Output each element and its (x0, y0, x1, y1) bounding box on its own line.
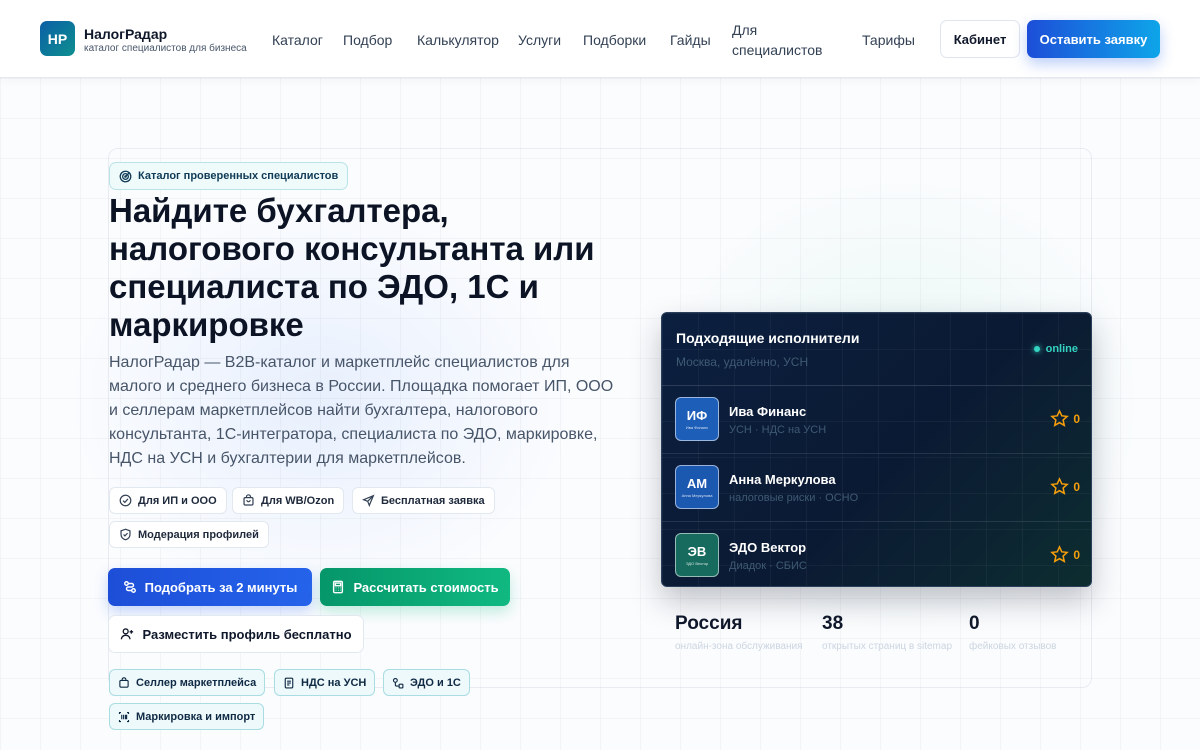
stat-value: 38 (822, 613, 844, 634)
stat-fake-reviews: 0 фейковых отзывов (969, 613, 1109, 657)
feature-label: Модерация профилей (138, 528, 259, 541)
performer-avatar: ЭВ ЭДО Вектор (675, 533, 719, 577)
hero-description: НалогРадар — B2B-каталог и маркетплейс с… (109, 354, 614, 467)
feature-ip-ooo: Для ИП и ООО (109, 487, 227, 514)
tag-vat-usn[interactable]: НДС на УСН (274, 669, 376, 696)
matching-performers-card: Подходящие исполнители Москва, удалённо,… (661, 312, 1092, 587)
route-icon (123, 581, 136, 593)
nav-guides[interactable]: Гайды (670, 32, 711, 48)
card-filters: Москва, удалённо, УСН (676, 355, 809, 369)
logo-badge[interactable]: НР (40, 21, 75, 56)
tag-marketplace-seller[interactable]: Селлер маркетплейса (109, 669, 266, 696)
performer-specialization: УСН · НДС на УСН (729, 424, 827, 436)
performer-rating: 0 (1050, 545, 1080, 564)
tag-label: ЭДО и 1С (410, 676, 461, 689)
hero-badge-label: Каталог проверенных специалистов (138, 170, 339, 182)
avatar-initials: АМ (686, 476, 708, 491)
stat-label: онлайн-зона обслуживания (675, 641, 803, 652)
performer-specialization: Диадок · СБИС (729, 560, 807, 572)
user-plus-icon (121, 628, 134, 640)
hero-badge: Каталог проверенных специалистов (109, 162, 349, 190)
calculate-cost-label: Рассчитать стоимость (353, 579, 499, 595)
feature-label: Для ИП и ООО (138, 494, 217, 507)
star-icon (1050, 545, 1070, 563)
performer-name: Ива Финанс (729, 404, 807, 419)
site-header: НР НалогРадар каталог специалистов для б… (0, 0, 1200, 78)
link-nodes-icon (392, 677, 404, 688)
document-icon (284, 677, 294, 688)
performer-row[interactable]: АМ Анна Меркулова Анна Меркулова налогов… (662, 453, 1091, 521)
post-profile-label: Разместить профиль бесплатно (142, 626, 352, 642)
barcode-icon (118, 711, 130, 722)
cabinet-button[interactable]: Кабинет (940, 20, 1020, 58)
nav-services[interactable]: Услуги (518, 32, 561, 48)
nav-for-specialists[interactable]: Для специалистов (732, 20, 832, 60)
performer-row[interactable]: ЭВ ЭДО Вектор ЭДО Вектор Диадок · СБИС 0 (662, 521, 1091, 586)
avatar-caption: Анна Меркулова (681, 493, 713, 498)
online-status-label: online (1045, 343, 1078, 355)
calculator-icon (333, 580, 344, 594)
post-profile-button[interactable]: Разместить профиль бесплатно (108, 615, 364, 653)
rating-value: 0 (1073, 411, 1080, 426)
brand-tagline: каталог специалистов для бизнеса (84, 43, 247, 54)
match-specialist-button[interactable]: Подобрать за 2 минуты (108, 568, 312, 606)
check-circle-icon (119, 494, 132, 507)
star-icon (1050, 409, 1070, 427)
performer-avatar: АМ Анна Меркулова (675, 465, 719, 509)
performer-specialization: налоговые риски · ОСНО (729, 492, 859, 504)
send-icon (362, 494, 375, 507)
performer-name: Анна Меркулова (729, 472, 836, 487)
performer-name: ЭДО Вектор (729, 540, 807, 555)
nav-collections[interactable]: Подборки (583, 32, 646, 48)
tag-edo-1c[interactable]: ЭДО и 1С (383, 669, 470, 696)
radar-icon (119, 170, 132, 182)
nav-pricing[interactable]: Тарифы (862, 32, 915, 48)
nav-catalog[interactable]: Каталог (272, 32, 323, 48)
performer-avatar: ИФ Ива Финанс (675, 397, 719, 441)
shopping-bag-icon (119, 676, 129, 688)
submit-request-button[interactable]: Оставить заявку (1027, 20, 1160, 58)
nav-selection[interactable]: Подбор (343, 32, 392, 48)
feature-moderation: Модерация профилей (109, 521, 269, 548)
feature-wb-ozon: Для WB/Ozon (232, 487, 345, 514)
tag-label: Маркировка и импорт (136, 710, 256, 723)
stat-service-zone: Россия онлайн-зона обслуживания (675, 613, 815, 657)
performer-rating: 0 (1050, 409, 1080, 428)
brand-name[interactable]: НалогРадар (84, 26, 167, 42)
online-status: online (1033, 343, 1078, 355)
tag-marking-import[interactable]: Маркировка и импорт (109, 703, 265, 730)
performer-rating: 0 (1050, 477, 1080, 496)
tag-label: Селлер маркетплейса (136, 676, 257, 689)
feature-label: Бесплатная заявка (381, 494, 485, 507)
star-icon (1050, 477, 1070, 495)
stat-label: открытых страниц в sitemap (822, 641, 953, 652)
nav-calculator[interactable]: Калькулятор (417, 32, 499, 48)
performer-row[interactable]: ИФ Ива Финанс Ива Финанс УСН · НДС на УС… (662, 385, 1091, 453)
match-specialist-label: Подобрать за 2 минуты (144, 579, 298, 595)
status-dot-icon (1033, 346, 1040, 352)
avatar-caption: ЭДО Вектор (685, 561, 709, 566)
avatar-caption: Ива Финанс (685, 425, 709, 430)
tag-label: НДС на УСН (301, 676, 367, 689)
avatar-initials: ЭВ (687, 544, 707, 559)
stat-value: Россия (675, 613, 743, 634)
stat-sitemap-pages: 38 открытых страниц в sitemap (822, 613, 962, 657)
feature-label: Для WB/Ozon (261, 494, 335, 507)
rating-value: 0 (1073, 547, 1080, 562)
shield-check-icon (120, 528, 131, 541)
shopping-bag-icon (243, 494, 254, 506)
card-title: Подходящие исполнители (676, 330, 860, 346)
stat-value: 0 (969, 613, 980, 634)
stat-label: фейковых отзывов (969, 641, 1057, 652)
calculate-cost-button[interactable]: Рассчитать стоимость (320, 568, 510, 606)
feature-free-request: Бесплатная заявка (352, 487, 495, 514)
hero-title: Найдите бухгалтера, налогового консульта… (109, 192, 595, 343)
avatar-initials: ИФ (686, 408, 708, 423)
rating-value: 0 (1073, 479, 1080, 494)
